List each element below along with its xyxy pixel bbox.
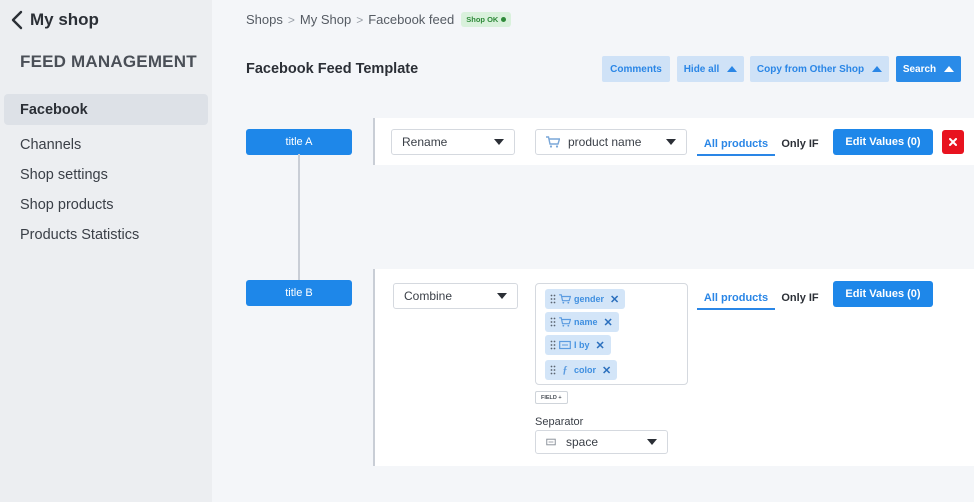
close-icon	[949, 138, 957, 146]
drag-handle-icon	[550, 317, 556, 327]
back-link[interactable]: My shop	[10, 10, 99, 30]
breadcrumb: Shops > My Shop > Facebook feed Shop OK	[246, 12, 512, 27]
copy-from-other-shop-button[interactable]: Copy from Other Shop	[750, 56, 889, 82]
sidebar-item-products-statistics[interactable]: Products Statistics	[4, 219, 208, 250]
action-select-value: Combine	[404, 289, 453, 303]
comments-button[interactable]: Comments	[602, 56, 670, 82]
edit-values-button-a[interactable]: Edit Values (0)	[833, 129, 933, 155]
breadcrumb-my-shop[interactable]: My Shop	[300, 12, 351, 27]
remove-chip-icon[interactable]: ✕	[602, 364, 611, 377]
breadcrumb-facebook-feed[interactable]: Facebook feed	[368, 12, 454, 27]
rule-divider	[373, 118, 375, 165]
field-select-value: product name	[568, 135, 642, 149]
tab-only-if-a[interactable]: Only IF	[779, 133, 821, 154]
breadcrumb-shops[interactable]: Shops	[246, 12, 283, 27]
search-label: Search	[902, 63, 937, 75]
tab-only-if-b[interactable]: Only IF	[779, 287, 821, 308]
separator-select-value: space	[566, 435, 599, 449]
action-select-a[interactable]: Rename	[391, 129, 515, 155]
action-select-value: Rename	[402, 135, 448, 149]
caret-up-icon	[944, 66, 955, 72]
chevron-down-icon	[494, 139, 504, 145]
caret-up-icon	[872, 66, 883, 72]
sidebar-item-shop-products[interactable]: Shop products	[4, 189, 208, 220]
delete-rule-button[interactable]	[942, 130, 964, 154]
status-dot-icon	[501, 17, 507, 22]
field-chip-name[interactable]: name ✕	[545, 312, 619, 332]
function-icon: ƒ	[562, 365, 568, 376]
page-title: Facebook Feed Template	[246, 61, 419, 77]
text-field-icon	[559, 340, 571, 350]
field-chip-label: color	[574, 365, 597, 375]
remove-chip-icon[interactable]: ✕	[596, 339, 605, 352]
separator-label: Separator	[535, 416, 584, 428]
field-chip-label: name	[574, 317, 598, 327]
chevron-down-icon	[647, 439, 657, 445]
cart-icon	[546, 136, 560, 148]
sidebar: My shop FEED MANAGEMENT Facebook Channel…	[0, 0, 212, 502]
field-chip-label: gender	[574, 294, 605, 304]
field-chip-color[interactable]: ƒ color ✕	[545, 360, 618, 380]
status-badge-label: Shop OK	[466, 15, 499, 24]
separator-select[interactable]: space	[535, 430, 668, 454]
remove-chip-icon[interactable]: ✕	[610, 293, 619, 306]
field-chip-label: l by	[574, 340, 590, 350]
cart-icon	[559, 294, 571, 304]
add-field-button[interactable]: FIELD +	[535, 391, 568, 404]
search-button[interactable]: Search	[896, 56, 961, 82]
rule-title-a[interactable]: title A	[246, 129, 352, 155]
copy-label: Copy from Other Shop	[756, 63, 865, 75]
chevron-left-icon	[11, 10, 23, 30]
field-chip-text[interactable]: l by ✕	[545, 335, 611, 355]
text-field-icon	[546, 438, 556, 446]
hide-all-label: Hide all	[683, 63, 720, 75]
comments-label: Comments	[610, 63, 662, 75]
remove-chip-icon[interactable]: ✕	[604, 316, 613, 329]
rule-divider	[373, 269, 375, 466]
hide-all-button[interactable]: Hide all	[677, 56, 744, 82]
sidebar-item-shop-settings[interactable]: Shop settings	[4, 159, 208, 190]
rule-connector	[298, 154, 300, 280]
sidebar-item-facebook[interactable]: Facebook	[4, 94, 208, 125]
drag-handle-icon	[550, 365, 556, 375]
status-badge: Shop OK	[461, 12, 512, 27]
chevron-down-icon	[497, 293, 507, 299]
breadcrumb-separator-icon: >	[356, 12, 364, 27]
rule-title-b[interactable]: title B	[246, 280, 352, 306]
chevron-down-icon	[666, 139, 676, 145]
caret-up-icon	[727, 66, 738, 72]
drag-handle-icon	[550, 340, 556, 350]
back-label: My shop	[30, 10, 99, 29]
drag-handle-icon	[550, 294, 556, 304]
tab-all-products-a[interactable]: All products	[697, 133, 775, 156]
sidebar-item-channels[interactable]: Channels	[4, 129, 208, 160]
field-select-a[interactable]: product name	[535, 129, 687, 155]
breadcrumb-separator-icon: >	[287, 12, 295, 27]
field-chip-gender[interactable]: gender ✕	[545, 289, 626, 309]
combine-fields-box: gender ✕ name ✕ l by ✕ ƒ color ✕	[535, 283, 688, 385]
tab-all-products-b[interactable]: All products	[697, 287, 775, 310]
section-title: FEED MANAGEMENT	[20, 52, 197, 71]
edit-values-button-b[interactable]: Edit Values (0)	[833, 281, 933, 307]
action-select-b[interactable]: Combine	[393, 283, 518, 309]
cart-icon	[559, 317, 571, 327]
